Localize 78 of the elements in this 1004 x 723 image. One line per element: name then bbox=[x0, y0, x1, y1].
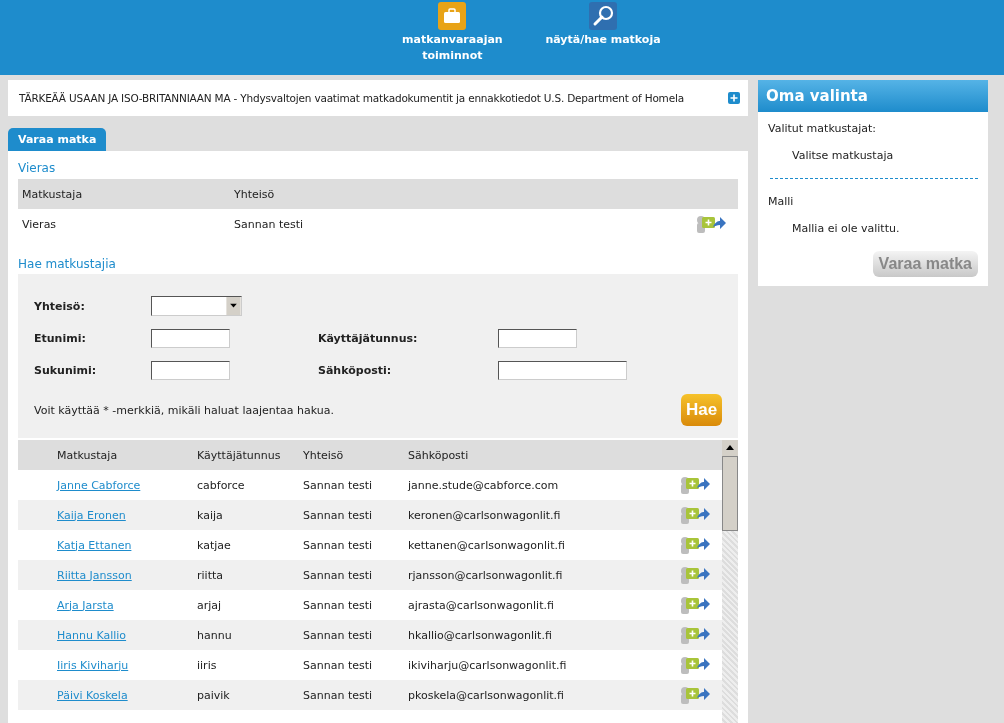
field-label: Sukunimi: bbox=[34, 363, 98, 377]
field-label: Käyttäjätunnus: bbox=[318, 331, 419, 345]
table-cell-text: ajrasta@carlsonwagonlit.fi bbox=[408, 598, 555, 612]
briefcase-icon bbox=[438, 2, 467, 30]
table-cell-text: Sannan testi bbox=[303, 538, 374, 552]
panel-title: Oma valinta bbox=[758, 80, 988, 112]
traveler-link[interactable]: Janne Cabforce bbox=[57, 478, 141, 492]
nav-item[interactable]: matkanvaraajan toiminnot bbox=[387, 0, 518, 75]
table-cell-text: rjansson@carlsonwagonlit.fi bbox=[408, 568, 564, 582]
first-name-field[interactable] bbox=[151, 328, 230, 348]
table-cell-text: keronen@carlsonwagonlit.fi bbox=[408, 508, 562, 522]
scrollbar[interactable] bbox=[722, 440, 738, 723]
table-cell-text: Sannan testi bbox=[303, 568, 374, 582]
column-header: Käyttäjätunnus bbox=[197, 448, 282, 462]
section-label: Malli bbox=[768, 195, 795, 208]
search-icon bbox=[589, 2, 617, 30]
table-cell-text: iiris bbox=[197, 658, 218, 672]
organization-dropdown[interactable] bbox=[151, 296, 242, 316]
add-person-icon[interactable] bbox=[694, 215, 726, 233]
traveler-link[interactable]: Iiris Kiviharju bbox=[57, 658, 129, 672]
username-field[interactable] bbox=[498, 328, 577, 348]
table-cell-text: Sannan testi bbox=[303, 598, 374, 612]
email-field[interactable] bbox=[498, 360, 627, 380]
search-button[interactable]: Hae bbox=[681, 394, 722, 426]
section-heading: Hae matkustajia bbox=[18, 257, 117, 271]
add-person-icon[interactable] bbox=[678, 476, 710, 494]
traveler-link[interactable]: Kaija Eronen bbox=[57, 508, 126, 522]
column-header: Yhteisö bbox=[303, 448, 345, 462]
table-cell-text: kaija bbox=[197, 508, 224, 522]
table-cell-text: hannu bbox=[197, 628, 233, 642]
table-cell-text: Sannan testi bbox=[303, 628, 374, 642]
add-person-icon[interactable] bbox=[678, 596, 710, 614]
table-cell-text: janne.stude@cabforce.com bbox=[408, 478, 560, 492]
table-cell-text: hkallio@carlsonwagonlit.fi bbox=[408, 628, 553, 642]
table-cell-text: ikiviharju@carlsonwagonlit.fi bbox=[408, 658, 568, 672]
table-cell-text: riitta bbox=[197, 568, 224, 582]
last-name-field[interactable] bbox=[151, 360, 230, 380]
table-cell-text: katjae bbox=[197, 538, 232, 552]
table-cell-text: Sannan testi bbox=[303, 508, 374, 522]
table-cell-text: paivik bbox=[197, 688, 231, 702]
section-heading: Vieras bbox=[18, 161, 57, 175]
field-label: Yhteisö: bbox=[34, 299, 86, 313]
traveler-link[interactable]: Katja Ettanen bbox=[57, 538, 132, 552]
column-header: Matkustaja bbox=[21, 187, 84, 201]
traveler-link[interactable]: Hannu Kallio bbox=[57, 628, 127, 642]
add-person-icon[interactable] bbox=[678, 566, 710, 584]
column-header: Matkustaja bbox=[56, 448, 119, 462]
table-cell-text: Sannan testi bbox=[303, 658, 374, 672]
scroll-thumb[interactable] bbox=[722, 456, 738, 531]
table-cell-text: pkoskela@carlsonwagonlit.fi bbox=[408, 688, 566, 702]
traveler-link[interactable]: Riitta Jansson bbox=[57, 568, 132, 582]
table-cell-text: cabforce bbox=[197, 478, 246, 492]
table-cell-text: kettanen@carlsonwagonlit.fi bbox=[408, 538, 566, 552]
column-header: Yhteisö bbox=[234, 187, 276, 201]
add-person-icon[interactable] bbox=[678, 656, 710, 674]
field-label: Etunimi: bbox=[34, 331, 87, 345]
table-cell-text: Sannan testi bbox=[303, 478, 374, 492]
hint-text: Voit käyttää * -merkkiä, mikäli haluat laajentaa hakua. bbox=[34, 403, 334, 417]
add-person-icon[interactable] bbox=[678, 506, 710, 524]
placeholder-text: Mallia ei ole valittu. bbox=[791, 222, 901, 235]
traveler-link[interactable]: Arja Jarsta bbox=[57, 598, 114, 612]
traveler-link[interactable]: Päivi Koskela bbox=[57, 688, 128, 702]
placeholder-text: Valitse matkustaja bbox=[791, 149, 895, 162]
add-person-icon[interactable] bbox=[678, 686, 710, 704]
table-cell-text: arjaj bbox=[197, 598, 223, 612]
nav-item[interactable]: näytä/hae matkoja bbox=[545, 0, 661, 75]
table-cell-text: Vieras bbox=[21, 217, 58, 231]
tab[interactable]: Varaa matka bbox=[8, 128, 107, 151]
column-header: Sähköposti bbox=[408, 448, 470, 462]
section-label: Valitut matkustajat: bbox=[768, 122, 877, 135]
field-label: Sähköposti: bbox=[318, 363, 393, 377]
notice-text[interactable]: TÄRKEÄÄ USAAN JA ISO-BRITANNIAAN MA - Yhdysvaltojen vaatimat matkadokumentit ja ennakkotiedot U.S. Department of Homela bbox=[19, 92, 684, 104]
add-person-icon[interactable] bbox=[678, 626, 710, 644]
add-person-icon[interactable] bbox=[678, 536, 710, 554]
table-cell-text: Sannan testi bbox=[303, 688, 374, 702]
table-cell-text: Sannan testi bbox=[234, 217, 305, 231]
scroll-up-icon[interactable] bbox=[722, 440, 738, 456]
expand-icon[interactable] bbox=[728, 92, 740, 104]
